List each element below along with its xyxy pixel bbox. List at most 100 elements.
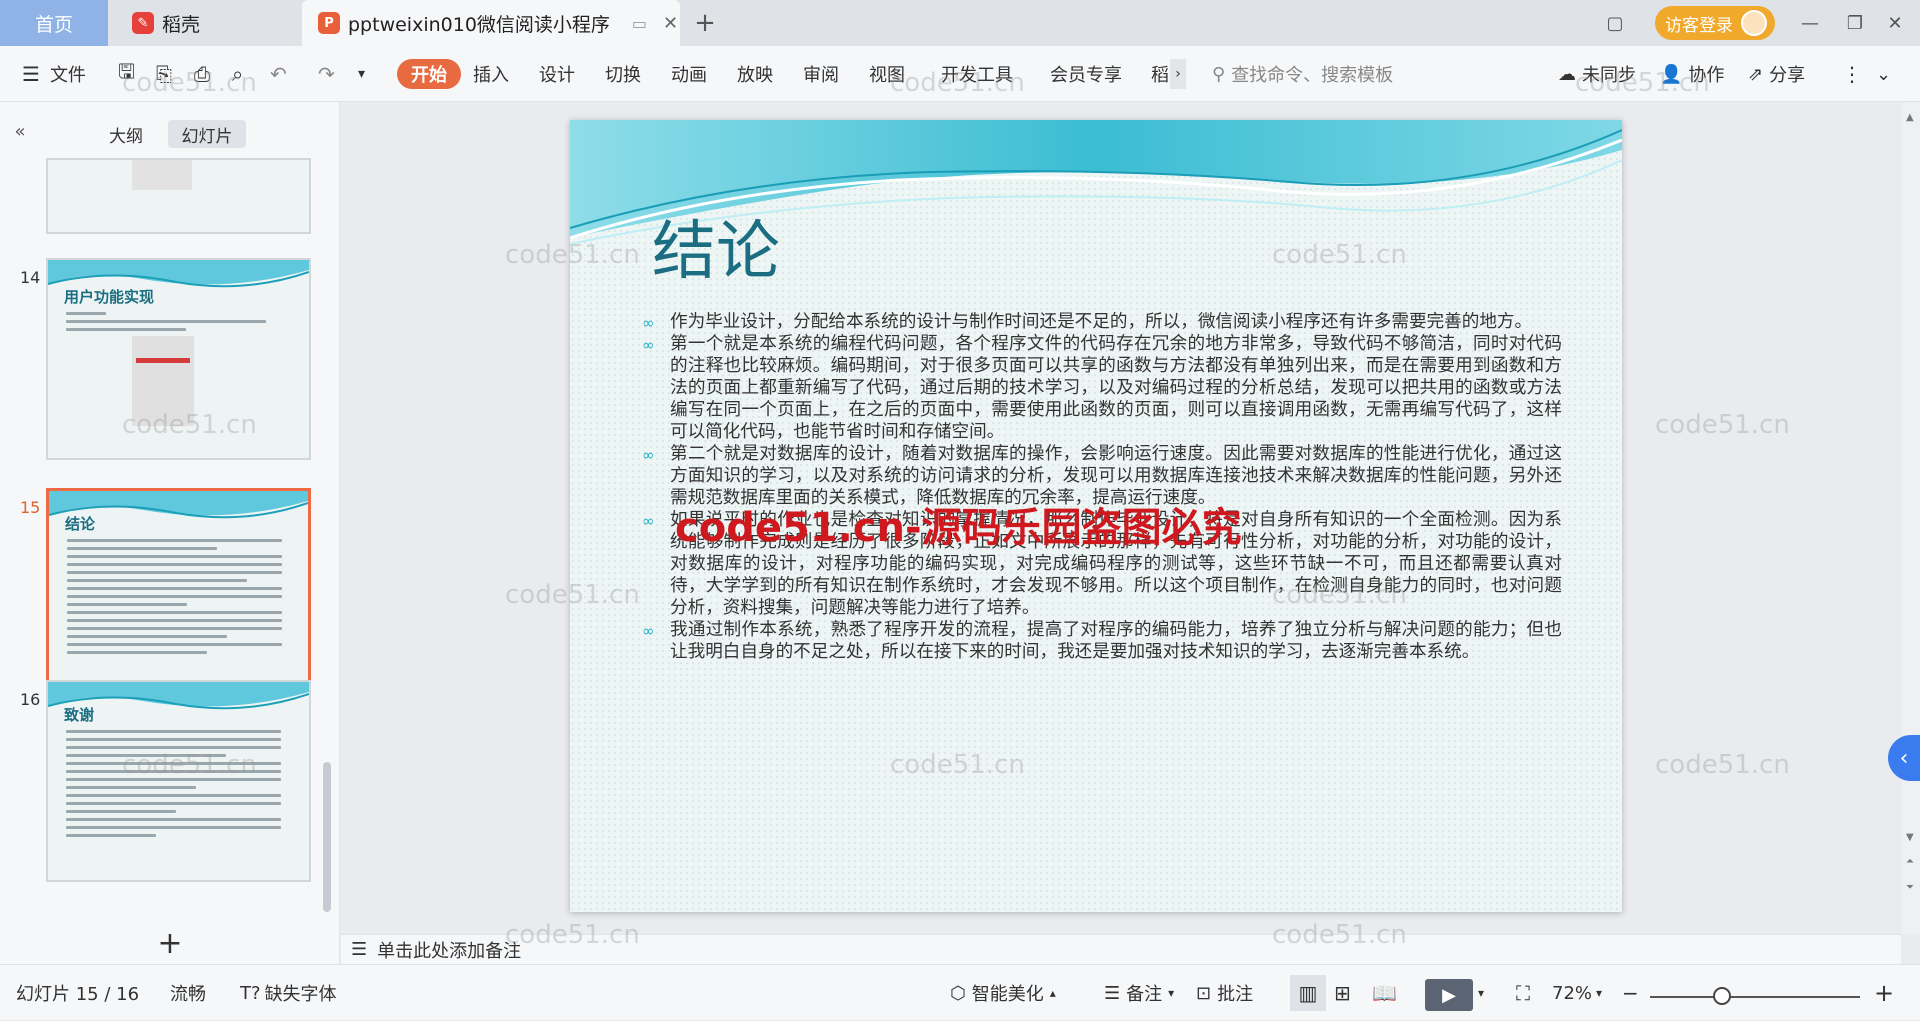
missing-font-icon: T?	[240, 982, 261, 1004]
comment-button[interactable]: ⊡ 批注	[1196, 965, 1253, 1021]
add-slide-button[interactable]: +	[152, 926, 188, 961]
sync-label: 未同步	[1582, 65, 1636, 86]
bullet-text: 作为毕业设计，分配给本系统的设计与制作时间还是不足的，所以，微信阅读小程序还有许…	[670, 312, 1533, 332]
ppt-icon: P	[318, 12, 340, 34]
tab-home[interactable]: 首页	[0, 0, 108, 46]
bullet-swirl-icon: ∞	[642, 446, 655, 464]
slide-title[interactable]: 结论	[652, 200, 780, 292]
tab-member[interactable]: 会员专享	[1050, 59, 1122, 89]
close-window-icon[interactable]: ✕	[1880, 8, 1910, 38]
tab-home-label: 首页	[34, 13, 73, 36]
prev-slide-icon[interactable]: ⏶	[1906, 856, 1914, 867]
bullet-swirl-icon: ∞	[642, 622, 655, 640]
tab-outline[interactable]: 大纲	[100, 120, 152, 148]
tab-more[interactable]: 稻	[1151, 59, 1169, 89]
zoom-level[interactable]: 72% ▾	[1552, 965, 1602, 1021]
scroll-down-icon[interactable]: ▼	[1906, 832, 1914, 843]
smooth-mode[interactable]: 流畅	[170, 965, 206, 1021]
slide-number-16: 16	[20, 690, 41, 709]
share-button[interactable]: ⇗ 分享	[1748, 46, 1805, 102]
tab-start[interactable]: 开始	[397, 59, 461, 89]
tab-developer[interactable]: 开发工具	[941, 59, 1013, 89]
redo-icon[interactable]: ↷	[318, 46, 335, 102]
slide[interactable]: 结论 ∞ 作为毕业设计，分配给本系统的设计与制作时间还是不足的，所以，微信阅读小…	[570, 120, 1622, 912]
thumbnail-title: 致谢	[64, 706, 95, 724]
export-icon[interactable]: ⎘	[156, 46, 172, 102]
new-tab-icon[interactable]: +	[690, 8, 720, 38]
window-float-icon[interactable]: ▭	[632, 14, 647, 33]
tab-close-icon[interactable]: ✕	[663, 13, 678, 34]
tab-slideshow[interactable]: 放映	[737, 59, 773, 89]
comment-label: 批注	[1217, 984, 1254, 1005]
sync-button[interactable]: ☁ 未同步	[1558, 46, 1636, 102]
zoom-out-icon[interactable]: −	[1622, 965, 1639, 1021]
tab-review[interactable]: 审阅	[803, 59, 839, 89]
slide-thumbnail-13[interactable]	[46, 158, 311, 234]
preview-icon[interactable]: ⌕	[232, 46, 243, 102]
command-search[interactable]: ⚲ 查找命令、搜索模板	[1212, 59, 1532, 89]
play-options-icon[interactable]: ▾	[1478, 965, 1484, 1021]
collapse-ribbon-icon[interactable]: ⌄	[1876, 46, 1891, 102]
login-button[interactable]: 访客登录	[1655, 6, 1775, 40]
print-icon[interactable]: ⎙	[194, 46, 210, 102]
missing-font-button[interactable]: T? 缺失字体	[240, 965, 337, 1021]
file-menu[interactable]: ☰ 文件	[22, 46, 86, 102]
quick-access-dropdown-icon[interactable]: ▾	[358, 46, 365, 102]
save-icon[interactable]: 🖫	[118, 46, 135, 102]
zoom-slider-track[interactable]	[1650, 996, 1860, 998]
tab-docer-label: 稻壳	[162, 13, 201, 36]
tab-transition[interactable]: 切换	[605, 59, 641, 89]
reading-view-icon[interactable]: 📖	[1372, 965, 1397, 1021]
fit-window-icon[interactable]: ⛶	[1516, 965, 1530, 1021]
layout-icon[interactable]: ▢	[1598, 8, 1632, 38]
next-slide-icon[interactable]: ⏷	[1906, 882, 1914, 893]
thumbnail-image	[132, 160, 192, 190]
slide-thumbnail-15[interactable]: 结论	[46, 488, 311, 694]
collapse-panel-icon[interactable]: «	[8, 116, 32, 146]
tab-document[interactable]: P pptweixin010微信阅读小程序 ▭ ✕	[302, 0, 680, 46]
scroll-up-icon[interactable]: ▲	[1906, 112, 1914, 123]
slide-counter: 幻灯片 15 / 16	[16, 984, 140, 1005]
notes-bar[interactable]: ☰ 单击此处添加备注	[341, 934, 1901, 964]
notes-toggle-button[interactable]: ☰ 备注 ▾	[1104, 965, 1174, 1021]
play-icon: ▶	[1442, 984, 1456, 1006]
ribbon-scroll-right-icon[interactable]: ›	[1170, 59, 1186, 89]
tab-slides[interactable]: 幻灯片	[168, 120, 246, 148]
more-options-icon[interactable]: ⋮	[1842, 46, 1862, 102]
missing-font-label: 缺失字体	[264, 984, 337, 1005]
panel-scrollbar[interactable]	[323, 762, 331, 912]
tab-design[interactable]: 设计	[539, 59, 575, 89]
bullet-text: 第一个就是本系统的编程代码问题，各个程序文件的代码存在冗余的地方非常多，导致代码…	[670, 334, 1562, 442]
thumbnail-title: 用户功能实现	[64, 288, 155, 306]
beautify-icon: ⬡	[950, 982, 966, 1004]
tab-view[interactable]: 视图	[869, 59, 905, 89]
zoom-value: 72%	[1552, 982, 1593, 1004]
chevron-down-icon: ▾	[1596, 986, 1603, 1000]
slide-body[interactable]: ∞ 作为毕业设计，分配给本系统的设计与制作时间还是不足的，所以，微信阅读小程序还…	[642, 311, 1562, 663]
canvas-scrollbar[interactable]: ▲ ▼ ⏶ ⏷	[1902, 102, 1920, 934]
tab-docer[interactable]: ✎ 稻壳	[110, 0, 300, 46]
zoom-in-icon[interactable]: +	[1874, 965, 1894, 1021]
normal-view-icon[interactable]: ▥	[1290, 975, 1326, 1011]
collab-button[interactable]: 👤 协作	[1660, 46, 1724, 102]
slide-thumbnail-16[interactable]: 致谢	[46, 680, 311, 882]
status-bar: 幻灯片 15 / 16 流畅 T? 缺失字体 ⬡ 智能美化 ▴ ☰ 备注 ▾ ⊡…	[0, 964, 1920, 1020]
notes-toggle-label: 备注	[1126, 984, 1163, 1005]
comment-icon: ⊡	[1196, 982, 1212, 1004]
tab-insert[interactable]: 插入	[473, 59, 509, 89]
slide-thumbnail-14[interactable]: 用户功能实现	[46, 258, 311, 460]
minimize-icon[interactable]: —	[1795, 8, 1825, 38]
avatar	[1741, 10, 1767, 36]
thumbnail-title: 结论	[65, 515, 96, 533]
tab-animation[interactable]: 动画	[671, 59, 707, 89]
zoom-slider-knob[interactable]	[1713, 987, 1731, 1005]
beautify-button[interactable]: ⬡ 智能美化 ▴	[950, 965, 1056, 1021]
notes-icon: ☰	[351, 939, 368, 960]
restore-icon[interactable]: ❐	[1840, 8, 1870, 38]
undo-icon[interactable]: ↶	[270, 46, 287, 102]
slide-number-15: 15	[20, 498, 41, 517]
play-slideshow-button[interactable]: ▶	[1425, 979, 1473, 1011]
login-label: 访客登录	[1665, 15, 1733, 36]
notes-placeholder: 单击此处添加备注	[377, 940, 522, 962]
sorter-view-icon[interactable]: ⊞	[1334, 965, 1351, 1021]
